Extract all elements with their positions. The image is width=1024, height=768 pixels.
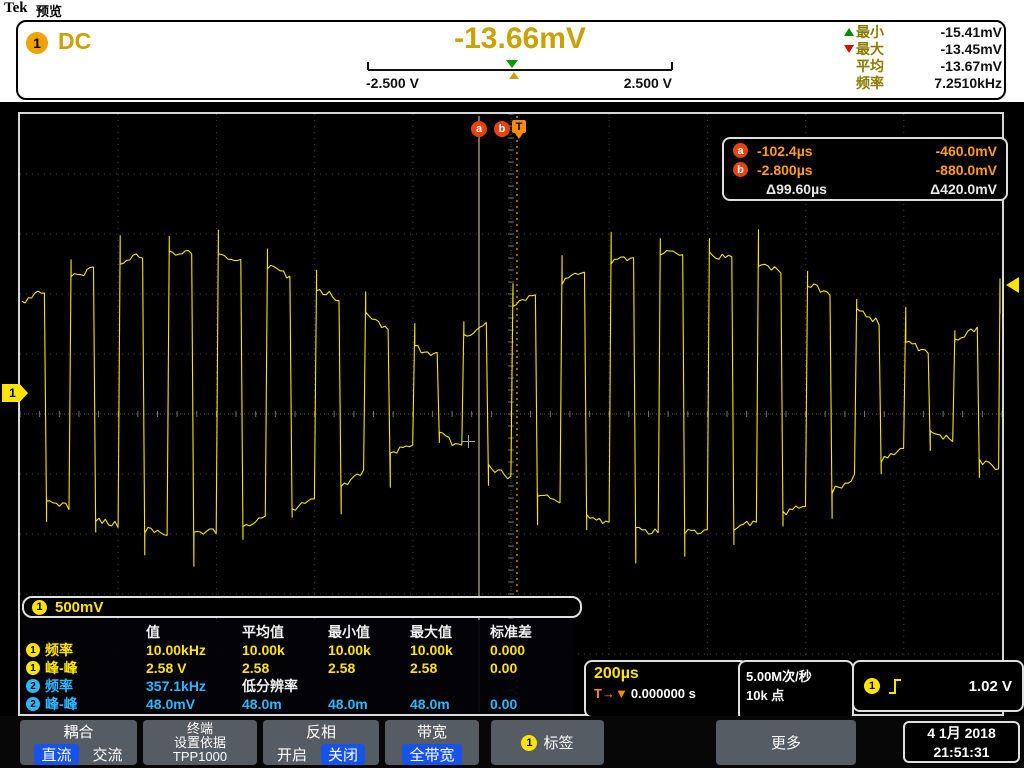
range-tick-left [367,62,369,70]
more-button[interactable]: 更多 [716,720,856,765]
cursor-b-marker: b [494,121,510,137]
coupling-readout: DC [58,28,91,55]
max-marker-icon [844,45,856,53]
measurement-row: 2频率 357.1kHz 低分辨率 [22,676,574,694]
preview-mode-label: 预览 [36,1,62,20]
timebase-scale: 200µs [594,665,738,683]
range-min-label: -2.500 V [366,75,419,91]
stat-row-freq: 频率 7.2510kHz [844,75,1002,91]
bandwidth-button[interactable]: 带宽 全带宽 [385,720,479,765]
channel-2-badge: 2 [26,679,40,693]
range-max-label: 2.500 V [600,75,672,91]
channel-1-badge: 1 [26,32,48,54]
horizontal-readout: 200µs T→▼ 0.000000 s [584,660,748,718]
trigger-level-value: 1.02 V [969,678,1012,695]
measurement-value: -13.66mV [378,22,662,56]
channel-2-badge: 2 [26,697,40,711]
time-value: 21:51:31 [905,743,1018,762]
record-length: 10k 点 [746,686,846,705]
cursor-a-row: a -102.4µs -460.0mV [724,141,1006,160]
stat-row-max: 最大 -13.45mV [844,41,1002,57]
measure-crosshair-icon [468,435,469,448]
trigger-level-arrow-icon [1006,277,1019,293]
measurement-table: 值 平均值 最小值 最大值 标准差 1频率 10.00kHz 10.00k 10… [22,620,574,714]
cursor-a-badge: a [733,143,748,158]
oscilloscope-screen: Tek 预览 1 DC -13.66mV -2.500 V 2.500 V 最小… [0,0,1024,768]
trigger-position-arrow-icon [515,133,523,139]
measurement-header-row: 值 平均值 最小值 最大值 标准差 [22,622,574,640]
channel-1-badge: 1 [864,678,880,694]
tek-logo: Tek [4,0,28,17]
measurement-row: 2峰-峰 48.0mV 48.0m 48.0m 48.0m 0.00 [22,694,574,712]
date-value: 4 1月 2018 [905,724,1018,743]
channel-scale-readout: 1 500mV [22,596,582,618]
coupling-button[interactable]: 耦合 直流 交流 [20,720,137,765]
top-readout-panel: Tek 预览 1 DC -13.66mV -2.500 V 2.500 V 最小… [0,0,1024,102]
range-scale-line [368,69,672,71]
channel-1-badge: 1 [32,600,47,615]
cursor-delta-row: Δ99.60µs Δ420.0mV [724,179,1006,198]
trigger-t-icon: T→▼ [594,686,628,701]
measurement-row: 1峰-峰 2.58 V 2.58 2.58 2.58 0.00 [22,658,574,676]
channel-1-badge: 1 [26,661,40,675]
trigger-readout: 1 1.02 V [852,660,1024,712]
stat-row-mean: 平均 -13.67mV [844,58,1002,74]
trigger-position-readout: T→▼ 0.000000 s [594,686,738,701]
bandwidth-full-option[interactable]: 全带宽 [402,744,461,765]
range-tick-right [671,62,673,70]
stat-row-min: 最小 -15.41mV [844,24,1002,40]
measurement-row: 1频率 10.00kHz 10.00k 10.00k 10.00k 0.000 [22,640,574,658]
range-marker2-icon [509,72,519,79]
trigger-position-icon: T [512,120,526,133]
termination-button[interactable]: 终端 设置依据 TPP1000 [143,720,257,765]
channel-1-badge: 1 [521,735,537,751]
cursor-b-badge: b [733,162,748,177]
channel-1-badge: 1 [26,643,40,657]
invert-off-option[interactable]: 关闭 [321,744,365,765]
rising-edge-icon [888,677,902,695]
softkey-menu: 耦合 直流 交流 终端 设置依据 TPP1000 反相 开启 关闭 带宽 全带宽 [0,716,1024,768]
invert-on-option[interactable]: 开启 [277,744,307,765]
coupling-ac-option[interactable]: 交流 [93,744,123,765]
range-marker-icon [506,60,518,68]
label-button[interactable]: 1 标签 [491,720,604,765]
invert-button[interactable]: 反相 开启 关闭 [263,720,379,765]
cursor-readout: a -102.4µs -460.0mV b -2.800µs -880.0mV … [722,137,1008,201]
coupling-dc-option[interactable]: 直流 [34,744,78,765]
min-marker-icon [844,28,856,36]
acquisition-readout: 5.00M次/秒 10k 点 [738,660,854,722]
sample-rate: 5.00M次/秒 [746,667,846,686]
cursor-b-row: b -2.800µs -880.0mV [724,160,1006,179]
cursor-a-marker: a [471,121,487,137]
datetime-readout: 4 1月 2018 21:51:31 [903,721,1020,763]
